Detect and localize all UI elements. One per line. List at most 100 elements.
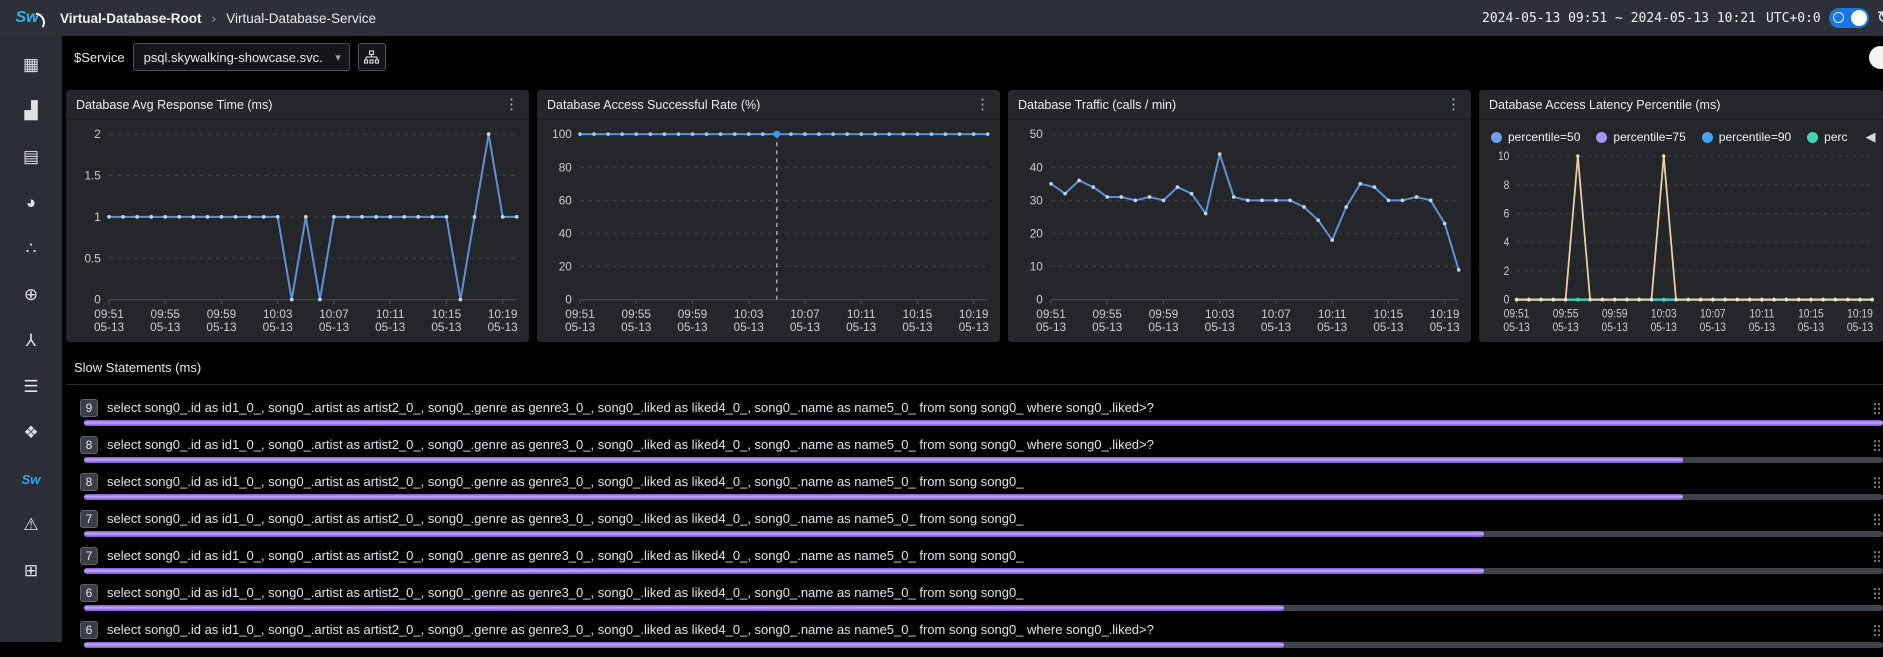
legend-dot-icon <box>1807 132 1818 143</box>
service-select[interactable]: psql.skywalking-showcase.svc. ▾ <box>133 43 350 71</box>
sidebar-item-bar-chart[interactable]: ▟ <box>16 96 46 126</box>
svg-text:1: 1 <box>94 211 101 224</box>
svg-text:05-13: 05-13 <box>1602 321 1628 334</box>
svg-text:1.5: 1.5 <box>84 170 101 183</box>
slow-statement-row[interactable]: 9select song0_.id as id1_0_, song0_.arti… <box>66 398 1883 435</box>
sidebar-item-scatter[interactable]: ∴ <box>16 234 46 264</box>
slow-statement-line: 9select song0_.id as id1_0_, song0_.arti… <box>80 398 1883 417</box>
legend-scroll-left-icon[interactable]: ◀ <box>1866 129 1876 145</box>
breadcrumb-current: Virtual-Database-Service <box>226 11 376 26</box>
panel-menu-button[interactable]: ⋮ <box>504 97 519 112</box>
time-range-picker[interactable]: 2024-05-13 09:51 ~ 2024-05-13 10:21 <box>1482 11 1756 26</box>
svg-text:05-13: 05-13 <box>1261 321 1291 334</box>
panel-body: 21.510.5009:5105-1309:5505-1309:5905-131… <box>66 120 529 342</box>
breadcrumb-separator-icon: › <box>212 10 217 26</box>
slow-statement-row[interactable]: 8select song0_.id as id1_0_, song0_.arti… <box>66 472 1883 509</box>
slow-statement-line: 7select song0_.id as id1_0_, song0_.arti… <box>80 546 1883 565</box>
refresh-icon[interactable]: ↻ <box>1877 8 1883 28</box>
svg-text:05-13: 05-13 <box>1430 321 1460 334</box>
duration-bar-fill <box>84 642 1284 648</box>
panel-body: 5040302010009:5105-1309:5505-1309:5905-1… <box>1008 120 1471 342</box>
svg-text:05-13: 05-13 <box>94 321 124 334</box>
slow-statement-row[interactable]: 7select song0_.id as id1_0_, song0_.arti… <box>66 509 1883 546</box>
svg-text:6: 6 <box>1504 208 1510 221</box>
slow-statement-row[interactable]: 6select song0_.id as id1_0_, song0_.arti… <box>66 620 1883 657</box>
settings-grid-icon: ⊞ <box>24 561 38 581</box>
network-hub-icon: ❖ <box>23 423 38 443</box>
sidebar-item-alarm[interactable]: ⚠ <box>16 510 46 540</box>
sidebar-item-network-hub[interactable]: ❖ <box>16 418 46 448</box>
svg-text:09:59: 09:59 <box>1602 308 1628 321</box>
sidebar-item-browser-globe[interactable]: ⊕ <box>16 280 46 310</box>
slow-statements-list: 9select song0_.id as id1_0_, song0_.arti… <box>66 385 1883 657</box>
chart-canvas: 21.510.5009:5105-1309:5505-1309:5905-131… <box>66 120 529 342</box>
toggle-knob <box>1851 10 1867 26</box>
duration-bar-track <box>84 605 1883 611</box>
svg-text:80: 80 <box>559 161 573 174</box>
service-variable-label: $Service <box>74 50 125 65</box>
slow-statement-row[interactable]: 7select song0_.id as id1_0_, song0_.arti… <box>66 546 1883 583</box>
svg-text:10:11: 10:11 <box>376 308 405 321</box>
svg-text:10:19: 10:19 <box>1847 308 1873 321</box>
svg-text:05-13: 05-13 <box>1036 321 1066 334</box>
sidebar-item-skywalking[interactable]: Sw <box>16 464 46 494</box>
svg-text:05-13: 05-13 <box>1205 321 1235 334</box>
sql-statement-text: select song0_.id as id1_0_, song0_.artis… <box>107 474 1023 489</box>
breadcrumb-root-link[interactable]: Virtual-Database-Root <box>60 11 202 26</box>
svg-text:09:59: 09:59 <box>678 308 707 321</box>
duration-bar-fill <box>84 420 1883 426</box>
log-list-icon: ☰ <box>23 377 38 397</box>
svg-text:05-13: 05-13 <box>902 321 932 334</box>
pie-chart-icon: ◕ <box>26 193 36 213</box>
panel-menu-button[interactable]: ⋮ <box>1446 97 1461 112</box>
duration-bar-track <box>84 568 1883 574</box>
slow-statement-row[interactable]: 8select song0_.id as id1_0_, song0_.arti… <box>66 435 1883 472</box>
sidebar-item-service-mesh[interactable]: ⅄ <box>16 326 46 356</box>
legend-item-4[interactable]: perc <box>1807 130 1847 144</box>
sidebar-item-database[interactable]: ▤ <box>16 142 46 172</box>
row-handle-icon <box>1873 439 1881 452</box>
alarm-icon: ⚠ <box>23 515 38 535</box>
svg-text:05-13: 05-13 <box>846 321 876 334</box>
svg-text:05-13: 05-13 <box>621 321 651 334</box>
panel-menu-button[interactable]: ⋮ <box>975 97 990 112</box>
sidebar-item-settings-grid[interactable]: ⊞ <box>16 556 46 586</box>
duration-bar-fill <box>84 457 1683 463</box>
svg-text:09:59: 09:59 <box>1149 308 1178 321</box>
svg-text:10:11: 10:11 <box>1318 308 1347 321</box>
slow-statement-line: 6select song0_.id as id1_0_, song0_.arti… <box>80 620 1883 639</box>
legend-label: percentile=90 <box>1719 130 1791 144</box>
topology-button[interactable] <box>358 43 386 71</box>
svg-text:05-13: 05-13 <box>1317 321 1347 334</box>
slow-statement-row[interactable]: 6select song0_.id as id1_0_, song0_.arti… <box>66 583 1883 620</box>
svg-text:2: 2 <box>94 128 101 141</box>
sql-statement-text: select song0_.id as id1_0_, song0_.artis… <box>107 585 1023 600</box>
sidebar-item-pie-chart[interactable]: ◕ <box>16 188 46 218</box>
svg-text:10: 10 <box>1030 261 1044 274</box>
legend-item-3[interactable]: percentile=90 <box>1702 130 1791 144</box>
slow-statements-title: Slow Statements (ms) <box>66 350 1883 385</box>
row-handle-icon <box>1873 587 1881 600</box>
duration-bar-track <box>84 457 1883 463</box>
row-handle-icon <box>1873 550 1881 563</box>
svg-text:05-13: 05-13 <box>319 321 349 334</box>
sidebar-item-dashboard[interactable]: ▦ <box>16 50 46 80</box>
panel-database-access-successful-rate: Database Access Successful Rate (%)⋮1008… <box>537 90 1000 342</box>
svg-text:09:51: 09:51 <box>1504 308 1530 321</box>
duration-badge: 6 <box>80 621 98 639</box>
svg-text:8: 8 <box>1504 179 1510 192</box>
legend-item-1[interactable]: percentile=50 <box>1491 130 1580 144</box>
legend-item-2[interactable]: percentile=75 <box>1596 130 1685 144</box>
slow-statements-panel: Slow Statements (ms) 9select song0_.id a… <box>66 350 1883 642</box>
svg-text:10:15: 10:15 <box>1798 308 1824 321</box>
toolbar-edge-knob[interactable] <box>1869 46 1883 69</box>
panel-title: Database Avg Response Time (ms) <box>76 98 272 112</box>
sidebar-item-log-list[interactable]: ☰ <box>16 372 46 402</box>
browser-globe-icon: ⊕ <box>24 285 38 305</box>
auto-refresh-toggle[interactable] <box>1829 8 1869 28</box>
skywalking-logo[interactable]: Sw <box>0 9 54 27</box>
bar-chart-icon: ▟ <box>24 101 37 121</box>
service-toolbar: $Service psql.skywalking-showcase.svc. ▾ <box>62 36 1883 78</box>
svg-text:09:55: 09:55 <box>151 308 181 321</box>
top-bar: Sw Virtual-Database-Root › Virtual-Datab… <box>0 0 1883 36</box>
